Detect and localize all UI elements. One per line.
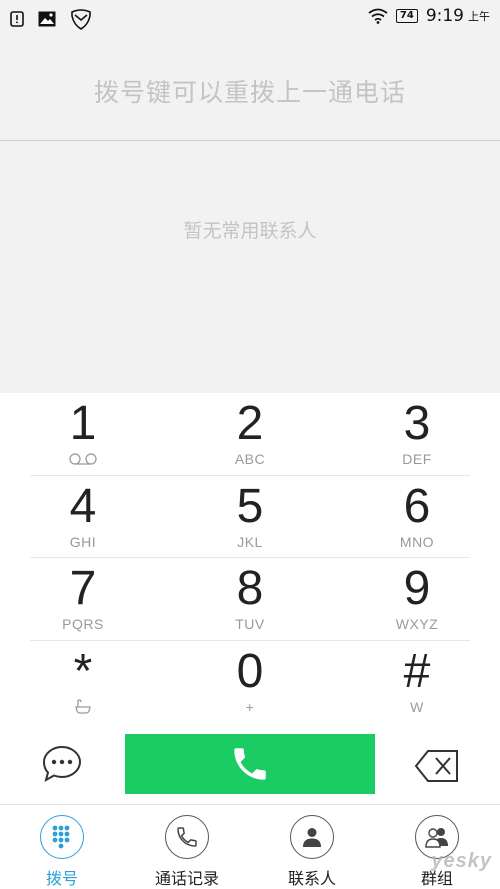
battery-indicator: 74	[395, 9, 418, 23]
phone-icon	[234, 748, 266, 780]
key-5[interactable]: 5 JKL	[167, 476, 333, 558]
tab-bar-divider	[0, 804, 500, 805]
key-9[interactable]: 9 WXYZ	[334, 558, 500, 640]
tab-label: 通话记录	[154, 869, 219, 888]
key-2[interactable]: 2 ABC	[167, 393, 333, 475]
phone-icon	[165, 815, 209, 859]
clock-time: 9:19	[425, 6, 464, 26]
number-display[interactable]: 拨号键可以重拨上一通电话	[0, 36, 500, 140]
tab-label: 联系人	[287, 869, 336, 888]
watermark-logo: yesky	[431, 850, 492, 872]
tab-label: 拨号	[45, 869, 78, 888]
tab-contacts[interactable]: 联系人	[262, 815, 362, 889]
shield-icon	[71, 9, 91, 30]
key-1[interactable]: 1	[0, 393, 166, 475]
clock-ampm: 上午	[468, 10, 490, 23]
backspace-button[interactable]	[414, 748, 460, 784]
key-hash[interactable]: # W	[334, 641, 500, 723]
image-icon	[38, 11, 56, 27]
alert-icon	[10, 11, 24, 27]
chat-bubble-icon	[42, 745, 82, 783]
display-divider	[0, 140, 500, 141]
key-star[interactable]: *	[0, 641, 166, 723]
voicemail-icon	[69, 453, 97, 465]
tab-call-log[interactable]: 通话记录	[137, 815, 237, 889]
message-button[interactable]	[40, 744, 84, 784]
bathtub-icon	[75, 699, 91, 714]
empty-favorites-message: 暂无常用联系人	[183, 220, 317, 242]
key-3[interactable]: 3 DEF	[334, 393, 500, 475]
tab-dialer[interactable]: 拨号	[12, 815, 112, 889]
person-icon	[290, 815, 334, 859]
backspace-icon	[414, 750, 458, 782]
redial-hint: 拨号键可以重拨上一通电话	[93, 78, 406, 107]
dialpad-icon	[40, 815, 84, 859]
key-4[interactable]: 4 GHI	[0, 476, 166, 558]
key-0[interactable]: 0 +	[167, 641, 333, 723]
status-bar: 74 9:19 上午	[0, 0, 500, 36]
key-7[interactable]: 7 PQRS	[0, 558, 166, 640]
wifi-icon	[368, 8, 388, 24]
key-8[interactable]: 8 TUV	[167, 558, 333, 640]
call-button[interactable]	[125, 734, 375, 794]
key-6[interactable]: 6 MNO	[334, 476, 500, 558]
